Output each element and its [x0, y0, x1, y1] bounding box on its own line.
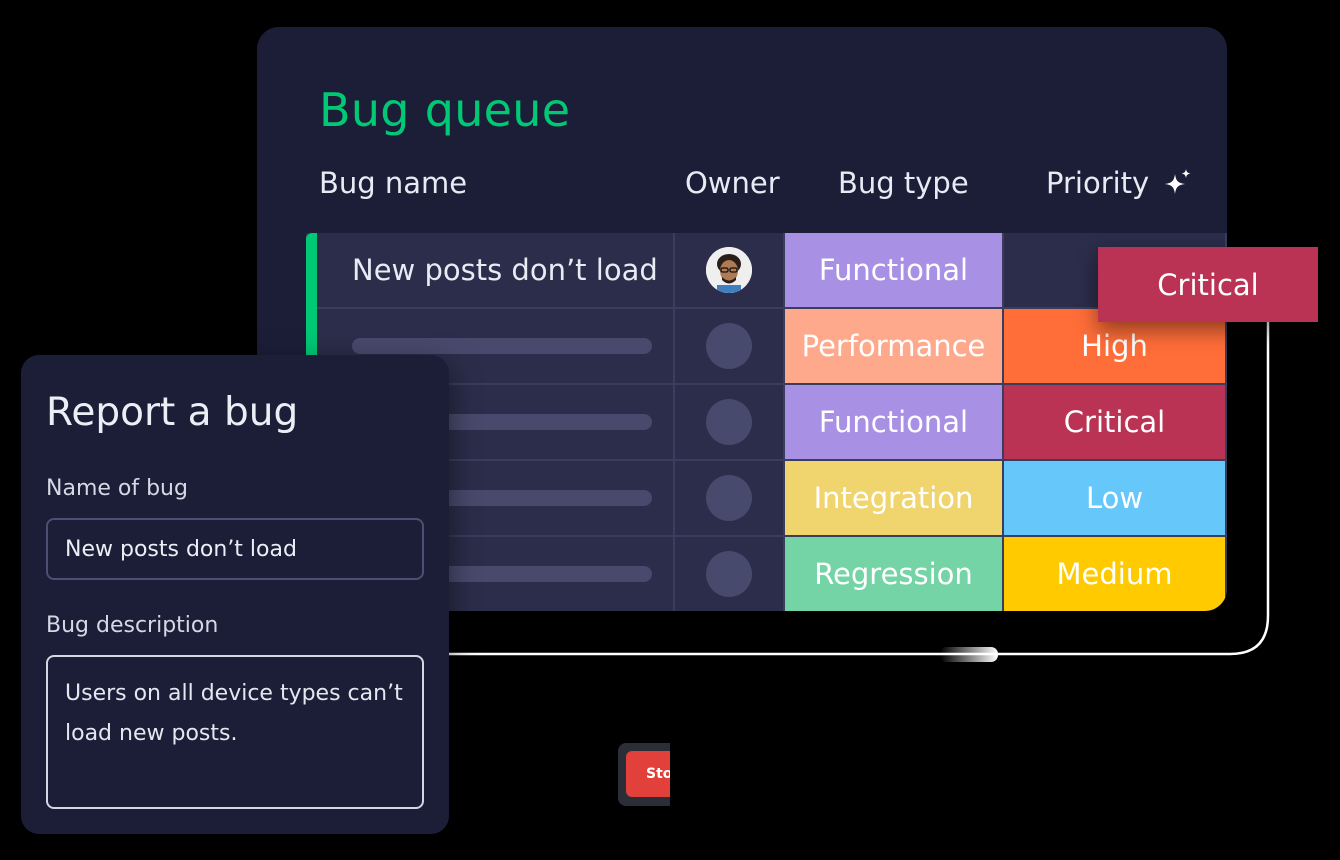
bug-name-input[interactable]: New posts don’t load	[46, 518, 424, 580]
priority-cell[interactable]: Critical	[1004, 385, 1227, 461]
form-title: Report a bug	[46, 390, 299, 435]
stop-button[interactable]: Sto	[626, 751, 670, 797]
bug-type-cell[interactable]: Functional	[785, 385, 1004, 461]
description-field-label: Bug description	[46, 613, 219, 638]
name-placeholder	[352, 338, 652, 354]
floating-priority-chip[interactable]: Critical	[1098, 247, 1318, 322]
avatar[interactable]	[706, 247, 752, 293]
owner-cell[interactable]	[675, 309, 785, 385]
avatar-placeholder	[706, 475, 752, 521]
column-header-owner[interactable]: Owner	[685, 166, 780, 200]
bug-type-cell[interactable]: Integration	[785, 461, 1004, 537]
bug-type-cell[interactable]: Functional	[785, 233, 1004, 309]
avatar-placeholder	[706, 323, 752, 369]
bug-name-cell[interactable]: New posts don’t load	[306, 233, 675, 309]
column-header-priority-label: Priority	[1046, 166, 1150, 200]
group-accent-bar	[306, 233, 317, 361]
bug-name-text: New posts don’t load	[352, 253, 658, 287]
owner-cell[interactable]	[675, 233, 785, 309]
bug-type-cell[interactable]: Regression	[785, 537, 1004, 611]
recording-widget: Sto	[618, 743, 670, 806]
priority-cell[interactable]: Low	[1004, 461, 1227, 537]
owner-cell[interactable]	[675, 385, 785, 461]
column-header-bug-name[interactable]: Bug name	[319, 166, 467, 200]
bug-type-cell[interactable]: Performance	[785, 309, 1004, 385]
column-header-bug-type[interactable]: Bug type	[838, 166, 969, 200]
avatar-placeholder	[706, 399, 752, 445]
owner-cell[interactable]	[675, 537, 785, 611]
table-row[interactable]: New posts don’t load Functional	[306, 233, 1227, 309]
bug-description-textarea[interactable]: Users on all device types can’t load new…	[46, 655, 424, 809]
report-bug-form: Report a bug Name of bug New posts don’t…	[21, 355, 449, 834]
board-title: Bug queue	[319, 83, 571, 137]
name-field-label: Name of bug	[46, 476, 188, 501]
owner-cell[interactable]	[675, 461, 785, 537]
avatar-placeholder	[706, 551, 752, 597]
sparkle-icon[interactable]	[1163, 168, 1193, 198]
column-header-priority[interactable]: Priority	[1046, 166, 1193, 200]
priority-cell[interactable]: Medium	[1004, 537, 1227, 611]
